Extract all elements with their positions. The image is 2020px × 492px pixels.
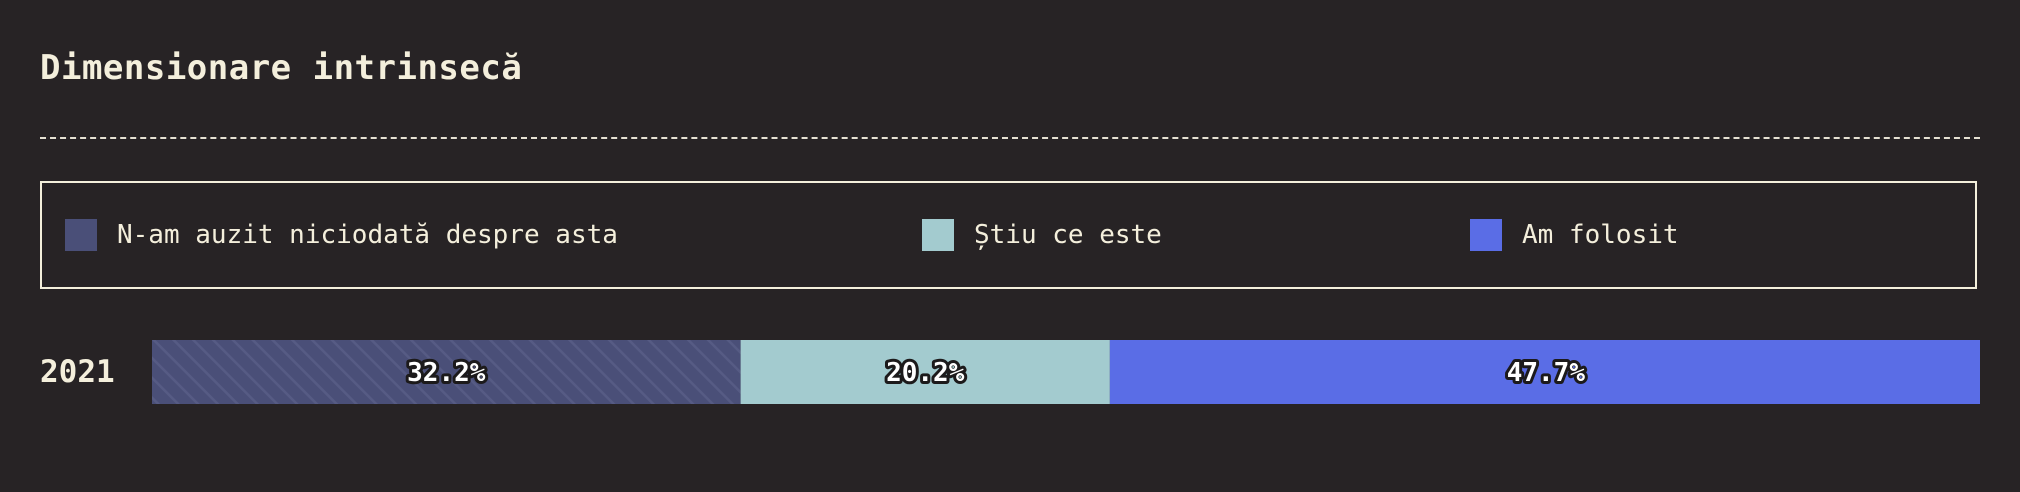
legend-label-used-it: Am folosit [1522,220,1679,250]
legend-label-know-what-it-is: Știu ce este [974,220,1162,250]
data-label-never-heard: 32.2% [407,358,486,388]
legend-item-never-heard: N-am auzit niciodată despre asta [65,219,618,251]
legend: N-am auzit niciodată despre asta Știu ce… [40,181,1977,289]
legend-swatch-never-heard [65,219,97,251]
bar-row-2021: 2021 32.2% 20.2% 47.7% [0,340,2020,404]
legend-item-used-it: Am folosit [1470,219,1679,251]
legend-swatch-used-it [1470,219,1502,251]
legend-swatch-know-what-it-is [922,219,954,251]
title-divider [40,137,1980,139]
data-label-used-it: 47.7% [1507,358,1586,388]
legend-label-never-heard: N-am auzit niciodată despre asta [117,220,618,250]
stacked-bar-chart: 32.2% 20.2% 47.7% [152,340,1980,404]
category-label: 2021 [40,354,115,390]
legend-item-know-what-it-is: Știu ce este [922,219,1162,251]
data-label-know-what-it-is: 20.2% [886,358,965,388]
chart-container: Dimensionare intrinsecă N-am auzit nicio… [0,0,2020,492]
chart-title: Dimensionare intrinsecă [40,48,523,88]
